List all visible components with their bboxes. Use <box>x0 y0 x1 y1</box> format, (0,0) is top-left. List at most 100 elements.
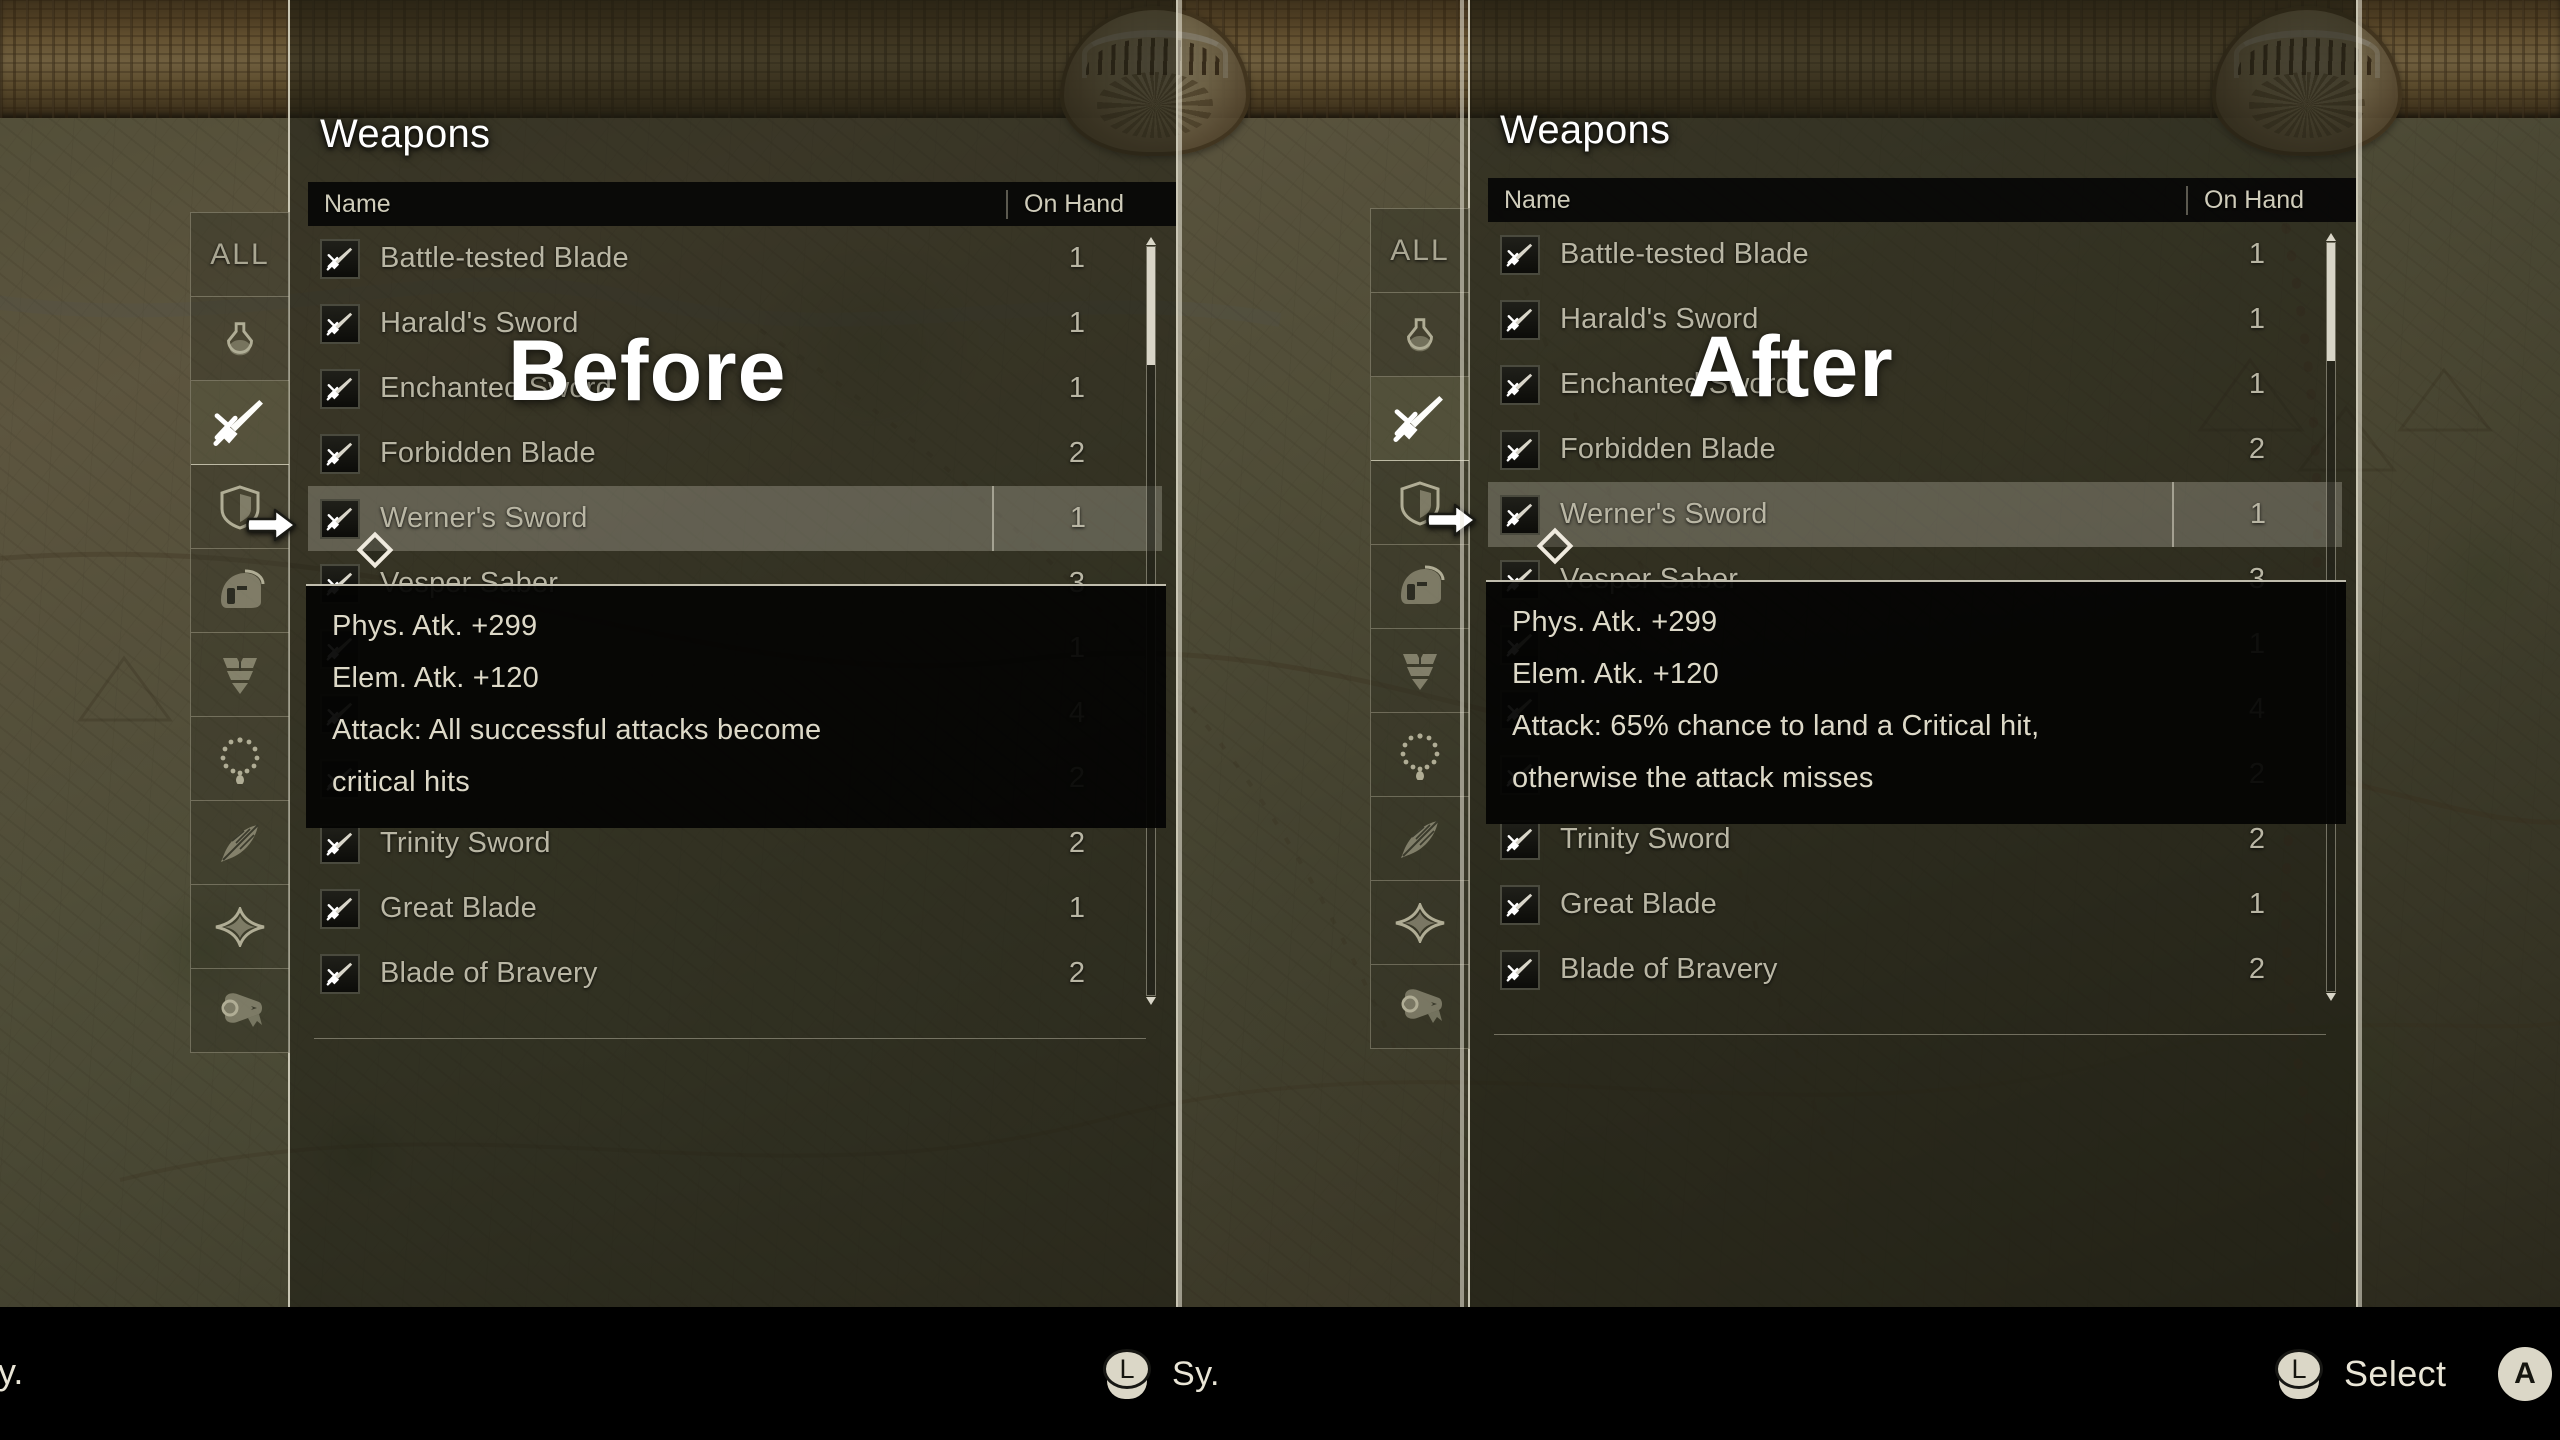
category-item-consumable[interactable] <box>191 297 289 381</box>
category-label-all: ALL <box>210 237 270 271</box>
sword-icon <box>320 888 360 929</box>
scroll-up-arrow-icon[interactable] <box>1146 237 1156 245</box>
weapon-name: Great Blade <box>380 892 537 924</box>
flask-icon <box>217 316 263 362</box>
tooltip-line: Phys. Atk. +299 <box>1512 606 1718 638</box>
weapon-quantity: 1 <box>1068 307 1086 339</box>
category-item-gem[interactable] <box>191 885 289 969</box>
screenshot-root: Weapons Name On Hand Battle-tested Blade… <box>0 0 2560 1440</box>
table-row[interactable]: Great Blade 1 <box>308 876 1162 941</box>
weapon-name: Battle-tested Blade <box>1560 238 1809 270</box>
scroll-icon <box>1395 984 1445 1030</box>
necklace-icon <box>216 734 264 784</box>
item-tooltip-after: Phys. Atk. +299 Elem. Atk. +120 Attack: 65… <box>1486 580 2346 824</box>
panel-seam-far-right <box>2358 0 2362 1307</box>
sword-icon <box>320 823 360 864</box>
table-row[interactable]: Forbidden Blade 2 <box>308 421 1162 486</box>
flask-icon <box>1397 312 1443 358</box>
helmet-icon <box>215 568 265 614</box>
weapon-quantity: 2 <box>2248 433 2266 465</box>
weapon-quantity: 2 <box>1068 957 1086 989</box>
armor-icon <box>215 652 265 698</box>
weapon-quantity: 1 <box>1068 892 1086 924</box>
table-row[interactable]: Enchanted Sword 1 <box>1488 352 2342 417</box>
column-header-name: Name <box>324 189 391 218</box>
table-row[interactable]: Blade of Bravery 2 <box>1488 937 2342 1002</box>
a-button-icon[interactable]: A <box>2498 1347 2552 1401</box>
weapon-quantity: 1 <box>2248 888 2266 920</box>
sword-icon <box>320 368 360 409</box>
category-item-scroll[interactable] <box>191 969 289 1053</box>
l-button-label: L <box>2291 1353 2307 1384</box>
category-item-weapon[interactable] <box>1371 377 1469 461</box>
weapon-name: Forbidden Blade <box>380 437 596 469</box>
sword-icon <box>320 498 360 539</box>
weapon-name: Battle-tested Blade <box>380 242 629 274</box>
table-row[interactable]: Harald's Sword 1 <box>1488 287 2342 352</box>
scroll-down-arrow-icon[interactable] <box>2326 993 2336 1001</box>
category-item-scroll[interactable] <box>1371 965 1469 1049</box>
sword-icon <box>1500 884 1540 925</box>
table-row[interactable]: Forbidden Blade 2 <box>1488 417 2342 482</box>
scroll-icon <box>215 988 265 1034</box>
scroll-up-arrow-icon[interactable] <box>2326 233 2336 241</box>
category-item-all[interactable]: ALL <box>191 213 289 297</box>
scrollbar-thumb[interactable] <box>1147 247 1155 365</box>
l-button-icon[interactable]: L <box>2272 1347 2326 1401</box>
sword-icon <box>320 238 360 279</box>
category-item-accessory[interactable] <box>1371 713 1469 797</box>
table-header-after: Name On Hand <box>1488 178 2356 222</box>
category-rail-after[interactable]: ALL <box>1370 208 1470 1049</box>
category-item-helmet[interactable] <box>191 549 289 633</box>
l-button-icon-middle[interactable]: L <box>1100 1347 1154 1401</box>
weapon-quantity: 1 <box>2248 303 2266 335</box>
caption-before: Before <box>508 323 787 419</box>
category-item-quill[interactable] <box>191 801 289 885</box>
hand-pointer-cursor-after <box>1426 503 1477 537</box>
category-item-all[interactable]: ALL <box>1371 209 1469 293</box>
category-item-gem[interactable] <box>1371 881 1469 965</box>
helmet-icon <box>1395 564 1445 610</box>
table-row[interactable]: Werner's Sword 1 <box>308 486 1162 551</box>
weapon-name: Werner's Sword <box>380 502 588 534</box>
command-select[interactable]: L Select <box>2272 1347 2446 1401</box>
command-confirm[interactable]: A <box>2498 1347 2552 1401</box>
sword-icon <box>1500 364 1540 405</box>
table-row[interactable]: Blade of Bravery 2 <box>308 941 1162 1006</box>
column-header-quantity: On Hand <box>1006 189 1176 219</box>
necklace-icon <box>1396 730 1444 780</box>
category-item-helmet[interactable] <box>1371 545 1469 629</box>
weapon-quantity: 1 <box>2248 368 2266 400</box>
command-middle-label: Sy. <box>1172 1354 1220 1393</box>
column-header-quantity: On Hand <box>2186 185 2356 215</box>
table-row[interactable]: Battle-tested Blade 1 <box>1488 222 2342 287</box>
sparkle-icon <box>214 906 266 947</box>
category-rail-before[interactable]: ALL <box>190 212 290 1053</box>
category-label-all: ALL <box>1390 233 1450 267</box>
column-header-name: Name <box>1504 185 1571 214</box>
page-title-before: Weapons <box>320 112 491 156</box>
weapon-name: Trinity Sword <box>1560 823 1731 855</box>
weapon-quantity: 1 <box>2248 238 2266 270</box>
page-title-after: Weapons <box>1500 108 1671 152</box>
sword-icon <box>320 433 360 474</box>
category-item-quill[interactable] <box>1371 797 1469 881</box>
table-row[interactable]: Werner's Sword 1 <box>1488 482 2342 547</box>
category-item-consumable[interactable] <box>1371 293 1469 377</box>
weapon-name: Trinity Sword <box>380 827 551 859</box>
command-bar: ry. L Sy. L Select A <box>0 1307 2560 1440</box>
scroll-down-arrow-icon[interactable] <box>1146 997 1156 1005</box>
weapon-name: Blade of Bravery <box>380 957 598 989</box>
weapon-quantity: 1 <box>1068 242 1086 274</box>
category-item-armor[interactable] <box>191 633 289 717</box>
scrollbar-thumb[interactable] <box>2327 243 2335 361</box>
category-item-accessory[interactable] <box>191 717 289 801</box>
weapon-name: Great Blade <box>1560 888 1717 920</box>
command-middle[interactable]: L Sy. <box>1100 1347 1220 1401</box>
sword-icon <box>1391 390 1449 448</box>
category-item-armor[interactable] <box>1371 629 1469 713</box>
table-row[interactable]: Battle-tested Blade 1 <box>308 226 1162 291</box>
sword-icon <box>1500 234 1540 275</box>
table-row[interactable]: Great Blade 1 <box>1488 872 2342 937</box>
category-item-weapon[interactable] <box>191 381 289 465</box>
